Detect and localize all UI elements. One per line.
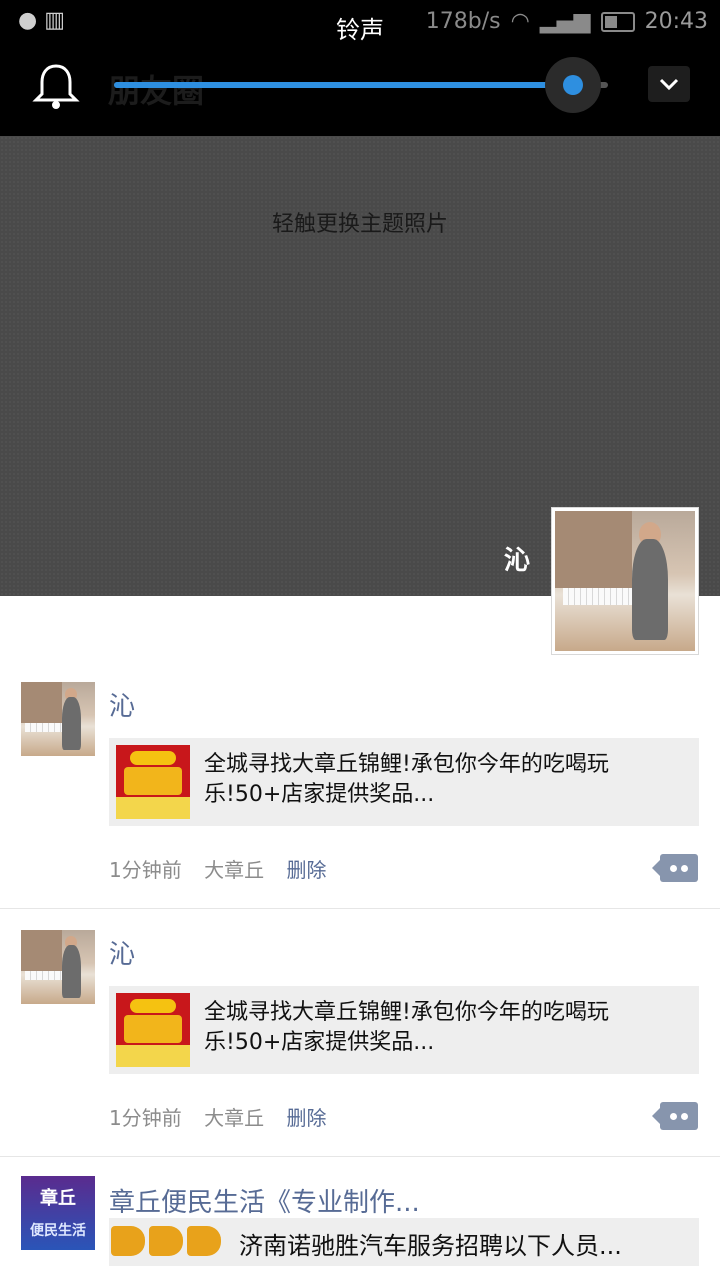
poster-name[interactable]: 章丘便民生活《专业制作... [109, 1182, 420, 1219]
wifi-icon: ◠ [510, 9, 530, 34]
clock: 20:43 [644, 9, 708, 34]
moments-title: 朋友圈 [108, 72, 205, 110]
comment-icon[interactable] [652, 854, 698, 882]
post-meta: 1分钟前 大章丘 删除 [109, 854, 342, 883]
battery-icon [600, 11, 635, 32]
link-thumbnail [116, 745, 190, 819]
network-speed: 178b/s [425, 9, 501, 34]
owner-avatar[interactable] [551, 507, 699, 655]
post-time: 1分钟前 [109, 1106, 182, 1130]
moment-post: 沁 全城寻找大章丘锦鲤!承包你今年的吃喝玩乐!50+店家提供奖品... 1分钟前… [0, 660, 720, 909]
status-right: 178b/s ◠ ▂▄▆ 20:43 [426, 9, 708, 34]
signal-icon: ▂▄▆ [539, 9, 591, 34]
shared-link-card[interactable]: 全城寻找大章丘锦鲤!承包你今年的吃喝玩乐!50+店家提供奖品... [109, 738, 699, 826]
comment-icon[interactable] [652, 1102, 698, 1130]
link-title: 济南诺驰胜汽车服务招聘以下人员... [239, 1232, 622, 1260]
shared-link-card[interactable]: 济南诺驰胜汽车服务招聘以下人员... [109, 1218, 699, 1266]
post-location[interactable]: 大章丘 [204, 1106, 264, 1130]
shared-link-card[interactable]: 全城寻找大章丘锦鲤!承包你今年的吃喝玩乐!50+店家提供奖品... [109, 986, 699, 1074]
avatar[interactable] [21, 930, 95, 1004]
poster-name[interactable]: 沁 [109, 686, 135, 723]
bell-icon [32, 64, 80, 109]
chevron-down-icon [659, 78, 679, 91]
megaphone-icon [111, 1226, 223, 1256]
change-cover-hint[interactable]: 轻触更换主题照片 [0, 206, 720, 238]
moment-post: 沁 全城寻找大章丘锦鲤!承包你今年的吃喝玩乐!50+店家提供奖品... 1分钟前… [0, 908, 720, 1157]
avatar[interactable] [21, 682, 95, 756]
avatar[interactable]: 章丘 便民生活 [21, 1176, 95, 1250]
poster-name[interactable]: 沁 [109, 934, 135, 971]
volume-slider-thumb[interactable] [545, 57, 602, 113]
link-title: 全城寻找大章丘锦鲤!承包你今年的吃喝玩乐!50+店家提供奖品... [204, 752, 609, 807]
delete-link[interactable]: 删除 [286, 858, 326, 882]
post-meta: 1分钟前 大章丘 删除 [109, 1102, 342, 1131]
volume-slider-fill [114, 82, 574, 88]
link-thumbnail [116, 993, 190, 1067]
owner-name: 沁 [503, 546, 530, 576]
post-time: 1分钟前 [109, 858, 182, 882]
expand-volume-button[interactable] [648, 66, 690, 102]
delete-link[interactable]: 删除 [286, 1106, 326, 1130]
post-location[interactable]: 大章丘 [204, 858, 264, 882]
volume-panel: 朋友圈 [0, 44, 720, 136]
link-title: 全城寻找大章丘锦鲤!承包你今年的吃喝玩乐!50+店家提供奖品... [204, 1000, 609, 1055]
status-bar: ● ▥ 铃声 178b/s ◠ ▂▄▆ 20:43 [0, 0, 720, 44]
moment-post: 章丘 便民生活 章丘便民生活《专业制作... 济南诺驰胜汽车服务招聘以下人员..… [0, 1156, 720, 1280]
volume-slider[interactable] [114, 57, 608, 113]
